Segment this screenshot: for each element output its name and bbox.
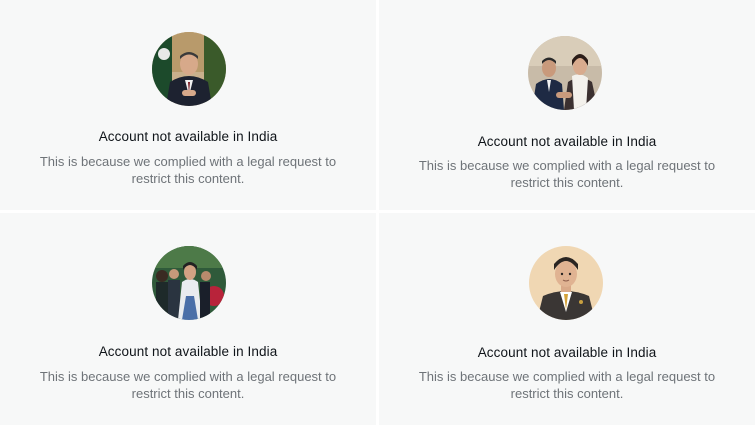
withheld-account-card: Account not available in India This is b…: [0, 213, 376, 425]
avatar: [152, 246, 226, 320]
legal-notice-text: This is because we complied with a legal…: [379, 157, 755, 191]
account-unavailable-title: Account not available in India: [98, 344, 278, 359]
avatar: [528, 36, 602, 110]
legal-notice-text: This is because we complied with a legal…: [379, 368, 755, 402]
legal-notice-line: This is because we complied with a legal…: [39, 154, 337, 169]
legal-notice-line: restrict this content.: [510, 175, 624, 190]
legal-notice-line: restrict this content.: [131, 171, 245, 186]
profile-photo-couple-icon: [528, 36, 602, 110]
legal-notice-text: This is because we complied with a legal…: [0, 368, 376, 402]
profile-photo-man-suit-flags-icon: [152, 32, 226, 106]
withheld-account-card: Account not available in India This is b…: [379, 0, 755, 210]
account-unavailable-title: Account not available in India: [477, 134, 657, 149]
account-unavailable-title: Account not available in India: [98, 129, 278, 144]
legal-notice-line: This is because we complied with a legal…: [418, 369, 716, 384]
avatar: [529, 246, 603, 320]
withheld-accounts-grid: Account not available in India This is b…: [0, 0, 755, 425]
account-unavailable-title: Account not available in India: [477, 345, 657, 360]
legal-notice-line: restrict this content.: [131, 386, 245, 401]
withheld-account-card: Account not available in India This is b…: [379, 213, 755, 425]
profile-illustration-man-suit-icon: [529, 246, 603, 320]
legal-notice-line: This is because we complied with a legal…: [39, 369, 337, 384]
legal-notice-line: restrict this content.: [510, 386, 624, 401]
profile-photo-crowd-icon: [152, 246, 226, 320]
legal-notice-line: This is because we complied with a legal…: [418, 158, 716, 173]
legal-notice-text: This is because we complied with a legal…: [0, 153, 376, 187]
avatar: [152, 32, 226, 106]
withheld-account-card: Account not available in India This is b…: [0, 0, 376, 210]
